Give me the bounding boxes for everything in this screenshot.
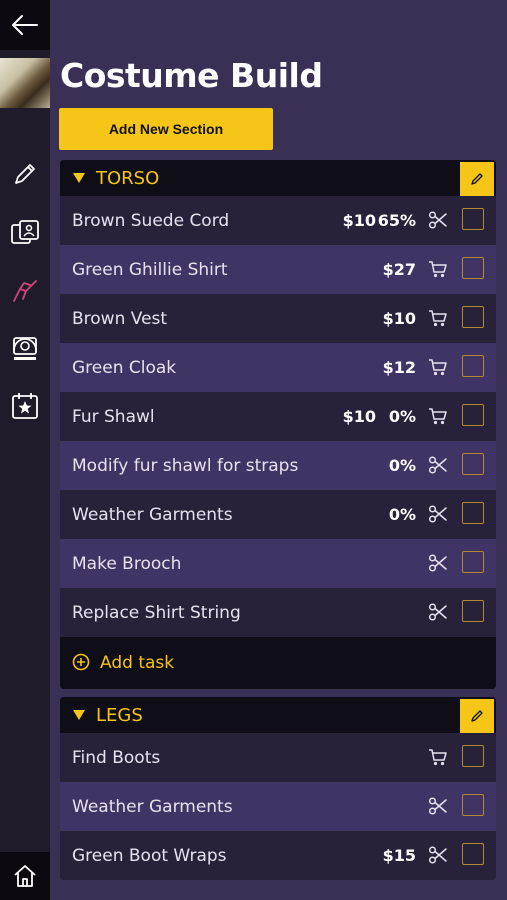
task-progress: 0% — [388, 505, 416, 524]
scissors-icon[interactable] — [428, 455, 448, 475]
section-header[interactable]: LEGS — [60, 697, 496, 733]
task-cost: $10 — [382, 309, 416, 328]
task-label: Green Cloak — [72, 357, 177, 378]
cart-icon[interactable] — [428, 308, 448, 328]
task-row[interactable]: Brown Suede Cord $10 65% — [60, 196, 496, 245]
page-title: Costume Build — [60, 56, 323, 95]
pencil-icon — [15, 164, 35, 184]
scissors-icon[interactable] — [428, 845, 448, 865]
cart-icon[interactable] — [428, 357, 448, 377]
scissors-icon[interactable] — [428, 553, 448, 573]
task-progress: 0% — [388, 456, 416, 475]
caret-down-icon[interactable] — [73, 173, 85, 183]
task-row[interactable]: Green Ghillie Shirt $27 — [60, 245, 496, 294]
task-label: Green Ghillie Shirt — [72, 259, 228, 280]
task-checkbox[interactable] — [462, 453, 484, 475]
sidebar-item-home[interactable] — [0, 852, 50, 900]
task-row[interactable]: Make Brooch — [60, 539, 496, 588]
task-checkbox[interactable] — [462, 600, 484, 622]
task-label: Make Brooch — [72, 553, 182, 574]
sidebar-item-crafting[interactable] — [9, 274, 41, 306]
task-checkbox[interactable] — [462, 745, 484, 767]
edit-section-button[interactable] — [460, 699, 494, 733]
task-label: Modify fur shawl for straps — [72, 455, 299, 476]
task-label: Weather Garments — [72, 504, 233, 525]
sidebar-item-events[interactable] — [9, 390, 41, 422]
task-row[interactable]: Replace Shirt String — [60, 588, 496, 637]
sidebar — [0, 0, 50, 900]
task-row[interactable]: Weather Garments 0% — [60, 490, 496, 539]
task-row[interactable]: Modify fur shawl for straps 0% — [60, 441, 496, 490]
add-task-label: Add task — [100, 653, 175, 673]
camera-icon — [13, 337, 37, 360]
task-checkbox[interactable] — [462, 355, 484, 377]
scissors-icon[interactable] — [428, 210, 448, 230]
pencil-icon — [469, 171, 485, 187]
task-row[interactable]: Green Cloak $12 — [60, 343, 496, 392]
scissors-icon[interactable] — [428, 504, 448, 524]
section-header[interactable]: TORSO — [60, 160, 496, 196]
back-button[interactable] — [0, 0, 50, 50]
task-label: Brown Vest — [72, 308, 168, 329]
task-label: Weather Garments — [72, 796, 233, 817]
section-legs: LEGS Find Boots Weather Garments Green Boot… — [60, 697, 496, 880]
glue-gun-icon — [13, 280, 37, 302]
cart-icon[interactable] — [428, 259, 448, 279]
task-checkbox[interactable] — [462, 208, 484, 230]
task-row[interactable]: Fur Shawl $10 0% — [60, 392, 496, 441]
task-row[interactable]: Weather Garments — [60, 782, 496, 831]
back-arrow-icon — [12, 15, 38, 35]
home-icon — [14, 865, 36, 887]
task-row[interactable]: Green Boot Wraps $15 — [60, 831, 496, 880]
task-label: Find Boots — [72, 747, 161, 768]
task-cost: $10 — [342, 211, 376, 230]
section-title: LEGS — [96, 704, 143, 726]
task-cost: $12 — [382, 358, 416, 377]
reference-images-icon — [11, 220, 39, 244]
sidebar-item-edit[interactable] — [9, 158, 41, 190]
scissors-icon[interactable] — [428, 602, 448, 622]
sidebar-item-references[interactable] — [9, 216, 41, 248]
task-checkbox[interactable] — [462, 257, 484, 279]
add-new-section-button[interactable]: Add New Section — [59, 108, 273, 150]
cart-icon[interactable] — [428, 747, 448, 767]
cart-icon[interactable] — [428, 406, 448, 426]
task-progress: 0% — [388, 407, 416, 426]
task-label: Fur Shawl — [72, 406, 155, 427]
task-progress: 65% — [377, 211, 416, 230]
calendar-star-icon — [12, 393, 38, 419]
plus-circle-icon — [72, 653, 90, 671]
task-checkbox[interactable] — [462, 502, 484, 524]
task-row[interactable]: Find Boots — [60, 733, 496, 782]
section-torso: TORSO Brown Suede Cord $10 65% Green Ghillie… — [60, 160, 496, 689]
sidebar-item-photos[interactable] — [9, 332, 41, 364]
section-title: TORSO — [96, 167, 160, 189]
pencil-icon — [469, 708, 485, 724]
task-checkbox[interactable] — [462, 843, 484, 865]
edit-section-button[interactable] — [460, 162, 494, 196]
task-checkbox[interactable] — [462, 551, 484, 573]
task-checkbox[interactable] — [462, 794, 484, 816]
scissors-icon[interactable] — [428, 796, 448, 816]
task-row[interactable]: Brown Vest $10 — [60, 294, 496, 343]
add-task-button[interactable]: Add task — [60, 637, 496, 689]
task-label: Brown Suede Cord — [72, 210, 230, 231]
task-label: Replace Shirt String — [72, 602, 241, 623]
avatar[interactable] — [0, 58, 50, 108]
task-label: Green Boot Wraps — [72, 845, 227, 866]
task-cost: $10 — [342, 407, 376, 426]
caret-down-icon[interactable] — [73, 710, 85, 720]
task-cost: $27 — [382, 260, 416, 279]
task-cost: $15 — [382, 846, 416, 865]
task-checkbox[interactable] — [462, 404, 484, 426]
task-checkbox[interactable] — [462, 306, 484, 328]
